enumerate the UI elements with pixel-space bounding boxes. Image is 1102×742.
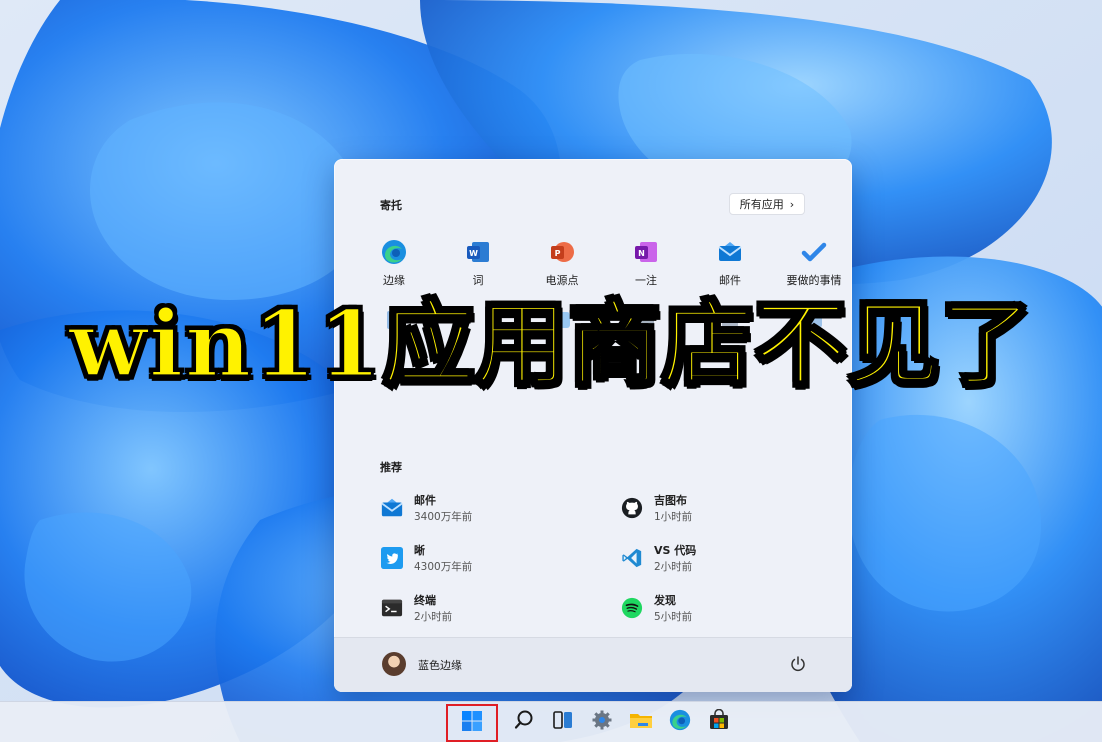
- recommended-item-terminal[interactable]: 终端 2小时前: [380, 592, 580, 630]
- settings-button[interactable]: [582, 702, 621, 742]
- vscode-icon: [620, 546, 644, 570]
- pinned-app-powerpoint[interactable]: P 电源点: [520, 239, 604, 288]
- pinned-app-row2-6[interactable]: [772, 307, 852, 333]
- recommended-item-mail[interactable]: 邮件 3400万年前: [380, 492, 580, 530]
- pinned-app-label: 电源点: [545, 274, 579, 287]
- start-menu-footer: 蓝色边缘: [334, 637, 852, 692]
- pinned-app-onenote[interactable]: N 一注: [604, 239, 688, 288]
- todo-icon: [801, 239, 827, 265]
- user-name[interactable]: 蓝色边缘: [418, 657, 462, 673]
- all-apps-label: 所有应用: [739, 198, 784, 211]
- recommended-item-name: 终端: [414, 594, 436, 607]
- github-icon: [620, 496, 644, 520]
- edge-icon: [381, 239, 407, 265]
- app-icon: [381, 307, 407, 333]
- svg-text:W: W: [469, 249, 478, 258]
- search-icon: [513, 709, 535, 735]
- chevron-right-icon: ›: [789, 197, 795, 211]
- task-view-icon: [552, 709, 574, 735]
- pinned-app-todo[interactable]: 要做的事情: [772, 239, 852, 288]
- powerpoint-icon: P: [549, 239, 575, 265]
- recommended-item-time: 2小时前: [414, 611, 453, 623]
- file-explorer-button[interactable]: [621, 702, 660, 742]
- recommended-item-time: 1小时前: [654, 511, 693, 523]
- edge-icon: [669, 709, 691, 735]
- mail-icon: [380, 496, 404, 520]
- pinned-app-label: 一注: [635, 274, 657, 287]
- pinned-app-word[interactable]: W 词: [436, 239, 520, 288]
- all-apps-button[interactable]: 所有应用 ›: [729, 193, 805, 215]
- app-icon: [633, 307, 659, 333]
- recommended-item-time: 4300万年前: [414, 561, 473, 573]
- recommended-item-twitter[interactable]: 晰 4300万年前: [380, 542, 580, 580]
- recommended-item-vscode[interactable]: VS 代码 2小时前: [620, 542, 820, 580]
- start-button[interactable]: [446, 703, 498, 742]
- pinned-app-mail[interactable]: 邮件: [688, 239, 772, 288]
- svg-text:P: P: [555, 249, 561, 258]
- app-icon: [717, 307, 743, 333]
- windows-start-icon: [461, 710, 483, 736]
- store-icon: [708, 708, 730, 735]
- file-explorer-icon: [629, 709, 653, 735]
- twitter-icon: [380, 546, 404, 570]
- power-icon[interactable]: [788, 654, 808, 674]
- search-button[interactable]: [504, 702, 543, 742]
- pinned-app-row2-5[interactable]: [688, 307, 772, 333]
- recommended-item-name: VS 代码: [654, 544, 697, 557]
- svg-text:N: N: [638, 249, 645, 258]
- pinned-app-label: 边缘: [383, 274, 405, 287]
- avatar[interactable]: [382, 652, 406, 676]
- pinned-app-edge[interactable]: 边缘: [352, 239, 436, 288]
- pinned-apps-grid: 边缘 W 词 P 电源点 N 一注 邮件 要做的事情: [352, 239, 842, 369]
- edge-button[interactable]: [660, 702, 699, 742]
- pinned-app-label: 邮件: [719, 274, 741, 287]
- pinned-app-row2-4[interactable]: [604, 307, 688, 333]
- recommended-section-title: 推荐: [380, 461, 402, 474]
- pinned-app-label: 要做的事情: [786, 274, 842, 287]
- app-icon: [801, 307, 827, 333]
- recommended-item-time: 3400万年前: [414, 511, 473, 523]
- recommended-item-time: 2小时前: [654, 561, 693, 573]
- recommended-item-time: 5小时前: [654, 611, 693, 623]
- spotify-icon: [620, 596, 644, 620]
- recommended-item-name: 晰: [414, 544, 425, 557]
- recommended-item-name: 邮件: [414, 494, 436, 507]
- onenote-icon: N: [633, 239, 659, 265]
- recommended-item-github[interactable]: 吉图布 1小时前: [620, 492, 820, 530]
- taskbar: [0, 701, 1102, 742]
- terminal-icon: [380, 596, 404, 620]
- store-button[interactable]: [699, 702, 738, 742]
- task-view-button[interactable]: [543, 702, 582, 742]
- app-icon: [549, 307, 575, 333]
- recommended-item-name: 吉图布: [654, 494, 687, 507]
- pinned-app-row2-1[interactable]: [352, 307, 436, 333]
- recommended-item-spotify[interactable]: 发现 5小时前: [620, 592, 820, 630]
- mail-icon: [717, 239, 743, 265]
- start-menu: 寄托 所有应用 › 边缘 W 词 P 电源点 N 一注 邮件 要做的事情 推荐 …: [334, 159, 852, 692]
- word-icon: W: [465, 239, 491, 265]
- pinned-app-row2-3[interactable]: [520, 307, 604, 333]
- settings-icon: [591, 709, 613, 735]
- pinned-app-label: 词: [472, 274, 484, 287]
- pinned-section-title: 寄托: [380, 199, 402, 212]
- taskbar-icons: [446, 702, 738, 742]
- recommended-item-name: 发现: [654, 594, 676, 607]
